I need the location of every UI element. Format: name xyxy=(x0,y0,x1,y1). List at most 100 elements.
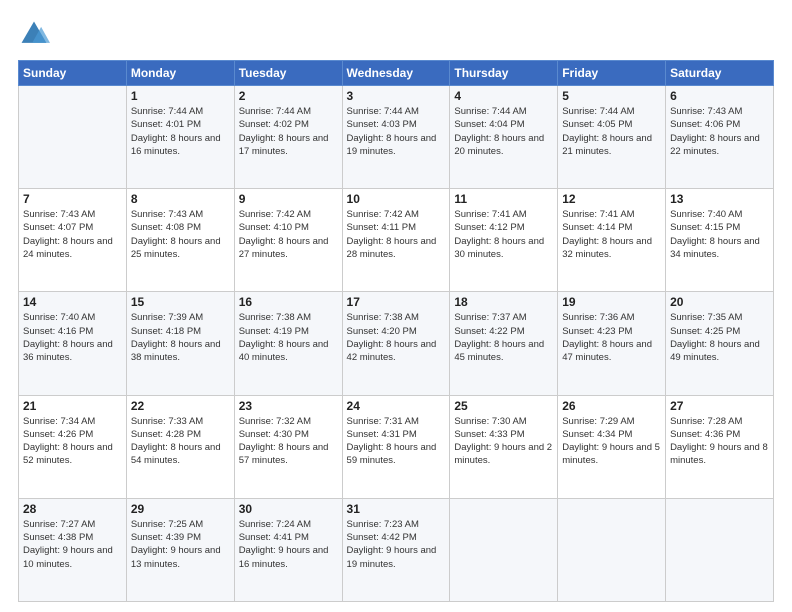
day-info: Sunrise: 7:43 AMSunset: 4:06 PMDaylight:… xyxy=(670,105,769,158)
day-info: Sunrise: 7:41 AMSunset: 4:14 PMDaylight:… xyxy=(562,208,661,261)
weekday-header: Wednesday xyxy=(342,61,450,86)
day-number: 24 xyxy=(347,399,446,413)
day-number: 13 xyxy=(670,192,769,206)
day-number: 20 xyxy=(670,295,769,309)
day-number: 29 xyxy=(131,502,230,516)
day-number: 7 xyxy=(23,192,122,206)
logo xyxy=(18,18,54,50)
day-info: Sunrise: 7:44 AMSunset: 4:05 PMDaylight:… xyxy=(562,105,661,158)
calendar-week-row: 14 Sunrise: 7:40 AMSunset: 4:16 PMDayligh… xyxy=(19,292,774,395)
day-info: Sunrise: 7:30 AMSunset: 4:33 PMDaylight:… xyxy=(454,415,553,468)
day-info: Sunrise: 7:34 AMSunset: 4:26 PMDaylight:… xyxy=(23,415,122,468)
day-number: 30 xyxy=(239,502,338,516)
day-number: 27 xyxy=(670,399,769,413)
day-number: 5 xyxy=(562,89,661,103)
weekday-header: Thursday xyxy=(450,61,558,86)
day-number: 17 xyxy=(347,295,446,309)
calendar-week-row: 7 Sunrise: 7:43 AMSunset: 4:07 PMDaylight… xyxy=(19,189,774,292)
calendar-week-row: 1 Sunrise: 7:44 AMSunset: 4:01 PMDaylight… xyxy=(19,86,774,189)
weekday-header: Saturday xyxy=(666,61,774,86)
calendar-cell: 17Sunrise: 7:38 AMSunset: 4:20 PMDayligh… xyxy=(342,292,450,395)
day-info: Sunrise: 7:28 AMSunset: 4:36 PMDaylight:… xyxy=(670,415,769,468)
day-number: 11 xyxy=(454,192,553,206)
day-info: Sunrise: 7:39 AMSunset: 4:18 PMDaylight:… xyxy=(131,311,230,364)
calendar-cell: 24Sunrise: 7:31 AMSunset: 4:31 PMDayligh… xyxy=(342,395,450,498)
calendar-cell xyxy=(19,86,127,189)
calendar-cell: 9 Sunrise: 7:42 AMSunset: 4:10 PMDaylight… xyxy=(234,189,342,292)
day-info: Sunrise: 7:25 AMSunset: 4:39 PMDaylight:… xyxy=(131,518,230,571)
day-info: Sunrise: 7:44 AMSunset: 4:01 PMDaylight:… xyxy=(131,105,230,158)
calendar-cell: 13 Sunrise: 7:40 AMSunset: 4:15 PMDayligh… xyxy=(666,189,774,292)
day-info: Sunrise: 7:23 AMSunset: 4:42 PMDaylight:… xyxy=(347,518,446,571)
day-info: Sunrise: 7:35 AMSunset: 4:25 PMDaylight:… xyxy=(670,311,769,364)
calendar-cell: 18 Sunrise: 7:37 AMSunset: 4:22 PMDayligh… xyxy=(450,292,558,395)
calendar-cell: 3 Sunrise: 7:44 AMSunset: 4:03 PMDaylight… xyxy=(342,86,450,189)
calendar-table: SundayMondayTuesdayWednesdayThursdayFrid… xyxy=(18,60,774,602)
day-info: Sunrise: 7:42 AMSunset: 4:10 PMDaylight:… xyxy=(239,208,338,261)
day-info: Sunrise: 7:43 AMSunset: 4:07 PMDaylight:… xyxy=(23,208,122,261)
day-info: Sunrise: 7:44 AMSunset: 4:02 PMDaylight:… xyxy=(239,105,338,158)
weekday-header-row: SundayMondayTuesdayWednesdayThursdayFrid… xyxy=(19,61,774,86)
day-number: 26 xyxy=(562,399,661,413)
calendar-cell xyxy=(666,498,774,601)
calendar-cell: 31 Sunrise: 7:23 AMSunset: 4:42 PMDayligh… xyxy=(342,498,450,601)
calendar-cell: 11 Sunrise: 7:41 AMSunset: 4:12 PMDayligh… xyxy=(450,189,558,292)
day-info: Sunrise: 7:44 AMSunset: 4:04 PMDaylight:… xyxy=(454,105,553,158)
calendar-week-row: 28Sunrise: 7:27 AMSunset: 4:38 PMDayligh… xyxy=(19,498,774,601)
weekday-header: Monday xyxy=(126,61,234,86)
calendar-cell: 22 Sunrise: 7:33 AMSunset: 4:28 PMDayligh… xyxy=(126,395,234,498)
header xyxy=(18,18,774,50)
calendar-cell xyxy=(558,498,666,601)
day-number: 2 xyxy=(239,89,338,103)
day-number: 18 xyxy=(454,295,553,309)
day-number: 1 xyxy=(131,89,230,103)
day-info: Sunrise: 7:32 AMSunset: 4:30 PMDaylight:… xyxy=(239,415,338,468)
day-number: 23 xyxy=(239,399,338,413)
day-info: Sunrise: 7:40 AMSunset: 4:16 PMDaylight:… xyxy=(23,311,122,364)
calendar-cell: 20 Sunrise: 7:35 AMSunset: 4:25 PMDayligh… xyxy=(666,292,774,395)
day-number: 16 xyxy=(239,295,338,309)
day-number: 19 xyxy=(562,295,661,309)
day-info: Sunrise: 7:27 AMSunset: 4:38 PMDaylight:… xyxy=(23,518,122,571)
calendar-cell xyxy=(450,498,558,601)
day-info: Sunrise: 7:42 AMSunset: 4:11 PMDaylight:… xyxy=(347,208,446,261)
calendar-cell: 27 Sunrise: 7:28 AMSunset: 4:36 PMDayligh… xyxy=(666,395,774,498)
calendar-cell: 8 Sunrise: 7:43 AMSunset: 4:08 PMDaylight… xyxy=(126,189,234,292)
day-info: Sunrise: 7:44 AMSunset: 4:03 PMDaylight:… xyxy=(347,105,446,158)
day-number: 15 xyxy=(131,295,230,309)
day-info: Sunrise: 7:37 AMSunset: 4:22 PMDaylight:… xyxy=(454,311,553,364)
calendar-cell: 19Sunrise: 7:36 AMSunset: 4:23 PMDayligh… xyxy=(558,292,666,395)
day-info: Sunrise: 7:38 AMSunset: 4:19 PMDaylight:… xyxy=(239,311,338,364)
day-number: 31 xyxy=(347,502,446,516)
day-info: Sunrise: 7:40 AMSunset: 4:15 PMDaylight:… xyxy=(670,208,769,261)
day-number: 21 xyxy=(23,399,122,413)
day-number: 22 xyxy=(131,399,230,413)
weekday-header: Friday xyxy=(558,61,666,86)
day-number: 8 xyxy=(131,192,230,206)
calendar-cell: 28Sunrise: 7:27 AMSunset: 4:38 PMDayligh… xyxy=(19,498,127,601)
day-number: 3 xyxy=(347,89,446,103)
calendar-cell: 16 Sunrise: 7:38 AMSunset: 4:19 PMDayligh… xyxy=(234,292,342,395)
page: SundayMondayTuesdayWednesdayThursdayFrid… xyxy=(0,0,792,612)
calendar-cell: 5 Sunrise: 7:44 AMSunset: 4:05 PMDaylight… xyxy=(558,86,666,189)
day-info: Sunrise: 7:41 AMSunset: 4:12 PMDaylight:… xyxy=(454,208,553,261)
calendar-cell: 30Sunrise: 7:24 AMSunset: 4:41 PMDayligh… xyxy=(234,498,342,601)
calendar-cell: 29 Sunrise: 7:25 AMSunset: 4:39 PMDayligh… xyxy=(126,498,234,601)
calendar-cell: 23 Sunrise: 7:32 AMSunset: 4:30 PMDayligh… xyxy=(234,395,342,498)
day-number: 10 xyxy=(347,192,446,206)
day-number: 12 xyxy=(562,192,661,206)
calendar-cell: 21 Sunrise: 7:34 AMSunset: 4:26 PMDayligh… xyxy=(19,395,127,498)
day-number: 4 xyxy=(454,89,553,103)
day-number: 9 xyxy=(239,192,338,206)
day-number: 14 xyxy=(23,295,122,309)
calendar-cell: 12 Sunrise: 7:41 AMSunset: 4:14 PMDayligh… xyxy=(558,189,666,292)
calendar-cell: 25Sunrise: 7:30 AMSunset: 4:33 PMDayligh… xyxy=(450,395,558,498)
calendar-cell: 10 Sunrise: 7:42 AMSunset: 4:11 PMDayligh… xyxy=(342,189,450,292)
day-info: Sunrise: 7:29 AMSunset: 4:34 PMDaylight:… xyxy=(562,415,661,468)
day-info: Sunrise: 7:33 AMSunset: 4:28 PMDaylight:… xyxy=(131,415,230,468)
weekday-header: Tuesday xyxy=(234,61,342,86)
calendar-cell: 6 Sunrise: 7:43 AMSunset: 4:06 PMDaylight… xyxy=(666,86,774,189)
calendar-cell: 26 Sunrise: 7:29 AMSunset: 4:34 PMDayligh… xyxy=(558,395,666,498)
day-info: Sunrise: 7:43 AMSunset: 4:08 PMDaylight:… xyxy=(131,208,230,261)
day-number: 6 xyxy=(670,89,769,103)
